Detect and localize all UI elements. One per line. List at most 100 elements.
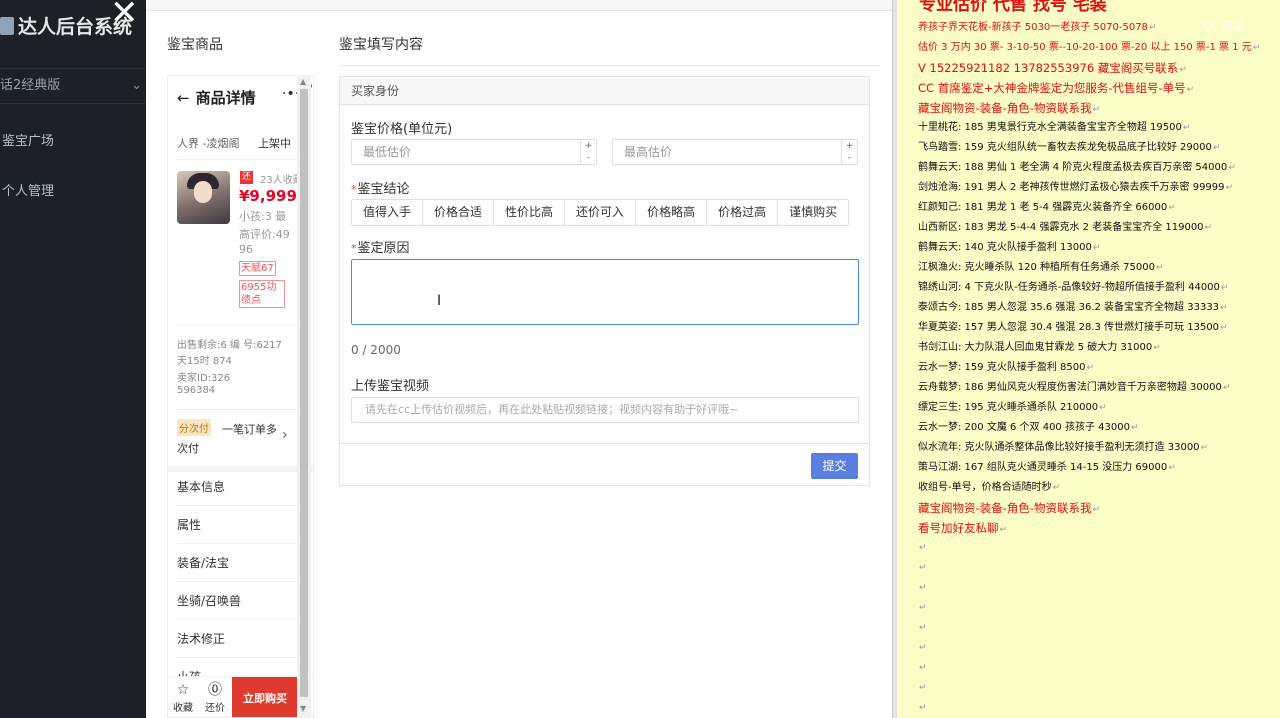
option-cautious[interactable]: 谨慎购买 xyxy=(778,200,848,225)
submit-button[interactable]: 提交 xyxy=(811,453,858,479)
option-slightly-high[interactable]: 价格略高 xyxy=(636,200,708,225)
empty-line: ↵ xyxy=(918,578,1280,598)
doc-line: 书剑江山: 大力队混人回血鬼甘霖龙 5 破大力 31000↵ xyxy=(918,342,1161,353)
preview-title: 商品详情 xyxy=(195,89,256,107)
preview-header: ← 商品详情 xyxy=(177,87,256,108)
bargain-button[interactable]: ⓪ 还价 xyxy=(201,681,229,714)
paragraph-mark-icon: ↵ xyxy=(919,703,927,713)
item-price: ¥9,999 xyxy=(239,187,297,205)
paragraph-mark-icon: ↵ xyxy=(1182,123,1191,133)
paragraph-mark-icon: ↵ xyxy=(1204,223,1213,233)
paragraph-mark-icon: ↵ xyxy=(1148,23,1157,33)
empty-line: ↵ xyxy=(918,698,1280,718)
divider xyxy=(177,409,307,410)
preview-scrollbar[interactable]: ▲ ▼ xyxy=(297,75,311,718)
row-equipment[interactable]: 装备/法宝› xyxy=(177,544,307,582)
sale-info-line: 天15时 874 xyxy=(177,356,232,367)
menu-item-personal[interactable]: 个人管理 xyxy=(2,180,54,199)
price-label: 鉴宝价格(单位元) xyxy=(351,122,453,137)
buy-now-button[interactable]: 立即购买 xyxy=(232,677,298,717)
star-icon: ☆ xyxy=(176,682,190,698)
preview-bottom-bar: ☆ 收藏 ⓪ 还价 立即购买 xyxy=(168,676,313,717)
row-basic-info[interactable]: 基本信息› xyxy=(177,468,307,506)
server-name: 人界 -凌烟阁 xyxy=(177,137,240,150)
detail-line: 96 xyxy=(239,243,253,256)
doc-line: 飞鸟踏雪: 159 克火组队统一畜牧去疾龙免极品底子比较好 29000↵ xyxy=(918,142,1221,153)
paragraph-mark-icon: ↵ xyxy=(1052,483,1061,493)
divider xyxy=(177,324,307,325)
paragraph-mark-icon: ↵ xyxy=(1228,163,1236,173)
min-price-input[interactable]: 最低估价 + - xyxy=(351,139,597,165)
doc-line: 估价 3 万内 30 票- 3-10-50 票--10-20-100 票-20 … xyxy=(918,42,1261,53)
chevron-right-icon[interactable]: › xyxy=(282,427,288,443)
seller-id-label: 卖家ID:326 xyxy=(177,373,231,384)
paragraph-mark-icon: ↵ xyxy=(1200,443,1209,453)
doc-lines: 养孩子界天花板-新孩子 5030一老孩子 5070-5078↵ 估价 3 万内 3… xyxy=(918,18,1280,718)
paragraph-mark-icon: ↵ xyxy=(1252,43,1261,53)
option-too-high[interactable]: 价格过高 xyxy=(707,200,779,225)
paragraph-mark-icon: ↵ xyxy=(919,623,927,633)
empty-line: ↵ xyxy=(918,538,1280,558)
doc-line: 云水一梦: 159 克火队接手盈利 8500↵ xyxy=(918,362,1094,373)
paragraph-mark-icon: ↵ xyxy=(1092,105,1100,115)
close-icon[interactable]: ✕ xyxy=(110,0,139,30)
doc-line: 十里桃花: 185 男鬼景行克水全满装备宝宝齐全物超 19500↵ xyxy=(918,122,1191,133)
divider xyxy=(339,65,880,66)
divider xyxy=(340,443,869,444)
character-avatar xyxy=(177,171,230,224)
paragraph-mark-icon: ↵ xyxy=(1225,183,1234,193)
doc-line: 养孩子界天花板-新孩子 5030一老孩子 5070-5078↵ xyxy=(918,22,1157,33)
installment-badge: 分次付 xyxy=(177,419,211,436)
paragraph-mark-icon: ↵ xyxy=(1092,505,1100,515)
paragraph-mark-icon: ↵ xyxy=(1220,323,1228,333)
reason-textarea[interactable]: I xyxy=(351,259,859,325)
video-link-input[interactable]: 请先在cc上传估价视频后，再在此处粘贴视频链接；视频内容有助于好评哦~ xyxy=(351,397,859,423)
paragraph-mark-icon: ↵ xyxy=(919,643,927,653)
paragraph-mark-icon: ↵ xyxy=(1092,243,1101,253)
screen: 达人后台系统 话2经典版 ⌄ 鉴宝广场 个人管理 ✕ 鉴宝商品 鉴宝填写内容 ← 商… xyxy=(0,0,1280,718)
doc-line: 剑烛沧海: 191 男人 2 老神孩传世燃灯孟极心猿去疾千万亲密 99999↵ xyxy=(918,182,1234,193)
option-bargain-ok[interactable]: 还价可入 xyxy=(565,200,637,225)
max-price-input[interactable]: 最高估价 + - xyxy=(612,139,858,165)
char-counter: 0 / 2000 xyxy=(351,343,401,357)
paragraph-mark-icon: ↵ xyxy=(1212,143,1221,153)
backdrop-sidebar: 达人后台系统 话2经典版 ⌄ 鉴宝广场 个人管理 xyxy=(0,0,146,718)
paragraph-mark-icon: ↵ xyxy=(1222,383,1231,393)
paragraph-mark-icon: ↵ xyxy=(1168,463,1176,473)
row-spell-correction[interactable]: 法术修正› xyxy=(177,620,307,658)
row-attributes[interactable]: 属性› xyxy=(177,506,307,544)
seller-id-value: 596384 xyxy=(177,385,216,396)
option-worth-buying[interactable]: 值得入手 xyxy=(352,200,424,225)
doc-heading: 专业估价 代售 找号 宅装 xyxy=(919,0,1107,15)
option-fair-price[interactable]: 价格合适 xyxy=(423,200,495,225)
doc-line: 云舟载梦: 186 男仙风克火程度伤害法门满妙音千万亲密物超 30000↵ xyxy=(918,382,1231,393)
buyer-identity-header: 买家身份 xyxy=(340,77,869,105)
doc-line: 藏宝阁物资-装备-角色-物资联系我↵ xyxy=(918,101,1100,115)
back-arrow-icon[interactable]: ← xyxy=(177,89,190,107)
row-mounts[interactable]: 坐骑/召唤兽› xyxy=(177,582,307,620)
paragraph-mark-icon: ↵ xyxy=(1153,343,1161,353)
paragraph-mark-icon: ↵ xyxy=(919,543,927,553)
paragraph-mark-icon: ↵ xyxy=(1220,303,1228,313)
scroll-up-icon: ▲ xyxy=(300,77,307,86)
reason-label: *鉴定原因 xyxy=(351,241,410,256)
empty-line: ↵ xyxy=(918,558,1280,578)
detail-line: 小孩:3 最 xyxy=(239,210,287,223)
doc-line: 收组号-单号，价格合适随时秒↵ xyxy=(918,482,1061,493)
conclusion-options: 值得入手 价格合适 性价比高 还价可入 价格略高 价格过高 谨慎购买 xyxy=(351,199,850,226)
listing-status: 上架中 xyxy=(258,137,291,150)
menu-item-appraisal-square[interactable]: 鉴宝广场 xyxy=(2,130,54,149)
notes-document: 专业估价 代售 找号 宅装 CC 西瓜 养孩子界天花板-新孩子 5030一老孩子… xyxy=(897,0,1280,718)
doc-line: 锦绣山河: 4 下克火队-任务通杀-品像较好-物超所值接手盈利 44000↵ xyxy=(918,282,1229,293)
appraisal-form: 买家身份 鉴宝价格(单位元) 最低估价 + - 最高估价 + - *鉴宝结论 值得入手 … xyxy=(339,76,870,486)
version-select[interactable]: 话2经典版 ⌄ xyxy=(0,68,146,104)
paragraph-mark-icon: ↵ xyxy=(919,603,927,613)
favorite-button[interactable]: ☆ 收藏 xyxy=(169,681,197,714)
empty-line: ↵ xyxy=(918,638,1280,658)
option-good-value[interactable]: 性价比高 xyxy=(494,200,566,225)
section-title-item: 鉴宝商品 xyxy=(167,37,223,53)
doc-line: 鹤舞云天: 188 男仙 1 老全满 4 阶克火程度孟极去疾百万亲密 54000… xyxy=(918,162,1236,173)
empty-line: ↵ xyxy=(918,678,1280,698)
paragraph-mark-icon: ↵ xyxy=(1086,363,1094,373)
paragraph-mark-icon: ↵ xyxy=(1099,403,1107,413)
